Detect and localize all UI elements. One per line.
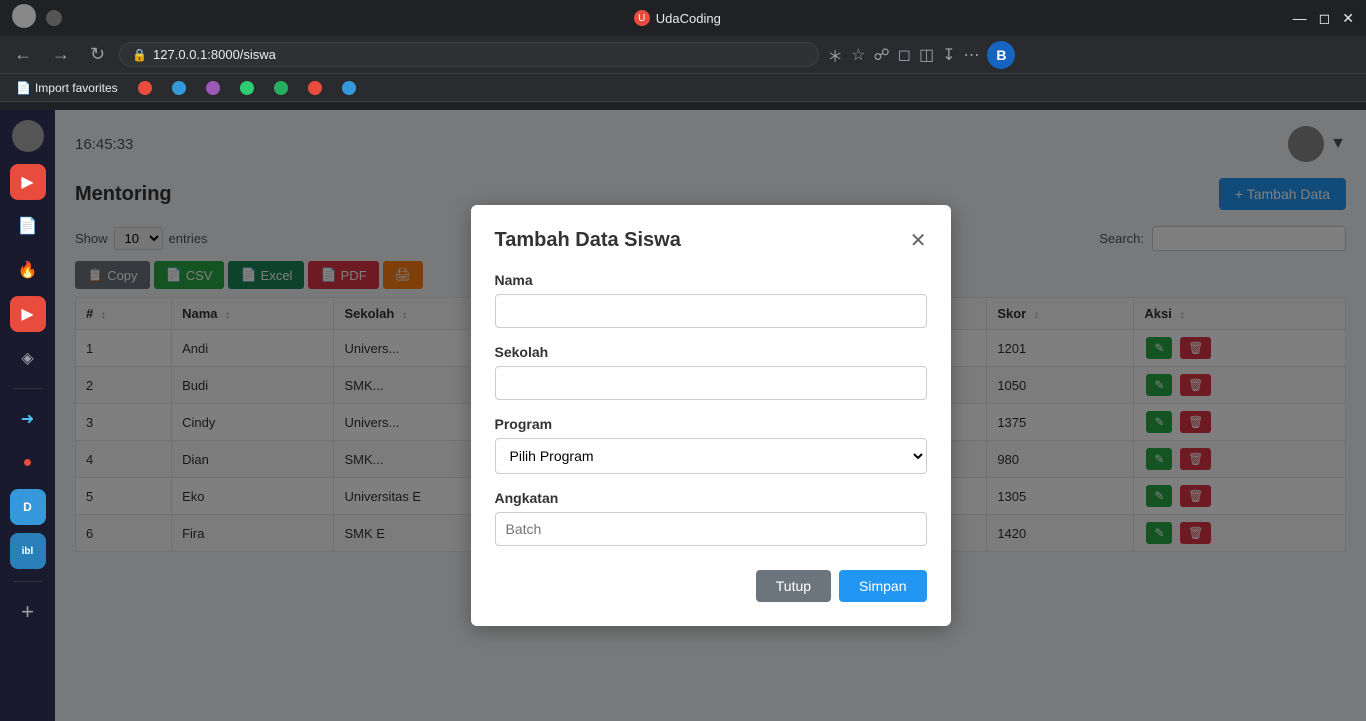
split-screen-icon[interactable]: ◫ bbox=[919, 45, 934, 65]
more-icon[interactable]: ⋯ bbox=[963, 45, 979, 65]
modal-header: Tambah Data Siswa ✕ bbox=[495, 229, 927, 252]
browser-avatar bbox=[12, 4, 36, 28]
profile-button[interactable]: B bbox=[987, 41, 1015, 69]
collections-icon[interactable]: ☍ bbox=[873, 45, 889, 65]
back-button[interactable]: ← bbox=[8, 42, 38, 67]
sekolah-field-group: Sekolah bbox=[495, 344, 927, 400]
bookmarks-bar: 📄 Import favorites bbox=[0, 74, 1366, 102]
site-favicon: U bbox=[634, 10, 650, 26]
maximize-button[interactable]: ◻ bbox=[1319, 10, 1331, 27]
nama-field-group: Nama bbox=[495, 272, 927, 328]
title-bar: U UdaCoding ― ◻ ✕ bbox=[0, 0, 1366, 36]
angkatan-label: Angkatan bbox=[495, 490, 927, 506]
nama-label: Nama bbox=[495, 272, 927, 288]
simpan-button[interactable]: Simpan bbox=[839, 570, 926, 602]
downloads-icon[interactable]: ↧ bbox=[942, 45, 955, 65]
minimize-button[interactable]: ― bbox=[1293, 10, 1307, 27]
bookmark-3[interactable] bbox=[198, 79, 228, 97]
bookmark-6[interactable] bbox=[300, 79, 330, 97]
sidebar-icon-d[interactable]: D bbox=[10, 489, 46, 525]
sidebar-icon-arrow[interactable]: ➜ bbox=[10, 401, 46, 437]
import-favorites-btn[interactable]: 📄 Import favorites bbox=[8, 79, 126, 97]
window-controls[interactable]: ― ◻ ✕ bbox=[1293, 10, 1354, 27]
modal-close-button[interactable]: ✕ bbox=[910, 231, 927, 251]
bookmark-7[interactable] bbox=[334, 79, 364, 97]
bookmark-5[interactable] bbox=[266, 79, 296, 97]
sekolah-input[interactable] bbox=[495, 366, 927, 400]
sidebar-icon-active[interactable]: ▶ bbox=[10, 296, 46, 332]
sidebar-user-avatar bbox=[12, 120, 44, 152]
forward-button[interactable]: → bbox=[46, 42, 76, 67]
address-bar: ← → ↻ 🔒 127.0.0.1:8000/siswa ＊ ☆ ☍ ◻ ◫ ↧… bbox=[0, 36, 1366, 74]
modal-footer: Tutup Simpan bbox=[495, 570, 927, 602]
import-favorites-label: Import favorites bbox=[35, 81, 118, 95]
sidebar-icon-github[interactable]: ◈ bbox=[10, 340, 46, 376]
bookmark-2[interactable] bbox=[164, 79, 194, 97]
program-field-group: Program Pilih Program Flutter Kotlin Web… bbox=[495, 416, 927, 474]
main-content: 16:45:33 ▼ Mentoring + Tambah Data Show … bbox=[55, 110, 1366, 721]
sekolah-label: Sekolah bbox=[495, 344, 927, 360]
sidebar-icon-settings[interactable]: ● bbox=[10, 445, 46, 481]
modal-title: Tambah Data Siswa bbox=[495, 229, 681, 252]
page-tab-title: UdaCoding bbox=[656, 11, 721, 26]
sidebar-icon-youtube[interactable]: ▶ bbox=[10, 164, 46, 200]
angkatan-field-group: Angkatan bbox=[495, 490, 927, 546]
bookmark-4[interactable] bbox=[232, 79, 262, 97]
close-button[interactable]: ✕ bbox=[1342, 10, 1354, 27]
sidebar-icon-bl[interactable]: ibl bbox=[10, 533, 46, 569]
favorites-icon[interactable]: ☆ bbox=[851, 45, 865, 65]
modal-dialog: Tambah Data Siswa ✕ Nama Sekolah Program… bbox=[471, 205, 951, 626]
program-select[interactable]: Pilih Program Flutter Kotlin Web Develop… bbox=[495, 438, 927, 474]
url-text: 127.0.0.1:8000/siswa bbox=[153, 47, 276, 62]
sidebar-icon-file[interactable]: 📄 bbox=[10, 208, 46, 244]
tutup-button[interactable]: Tutup bbox=[756, 570, 831, 602]
refresh-button[interactable]: ↻ bbox=[84, 42, 111, 67]
sidebar-icon-fire[interactable]: 🔥 bbox=[10, 252, 46, 288]
angkatan-input[interactable] bbox=[495, 512, 927, 546]
extensions-icon[interactable]: ◻ bbox=[898, 45, 911, 65]
browser-title: U UdaCoding bbox=[634, 10, 721, 26]
sidebar-divider-2 bbox=[13, 581, 43, 582]
sidebar: ▶ 📄 🔥 ▶ ◈ ➜ ● D ibl + bbox=[0, 110, 55, 721]
reading-view-icon[interactable]: ＊ bbox=[827, 43, 843, 67]
bookmark-1[interactable] bbox=[130, 79, 160, 97]
sidebar-divider-1 bbox=[13, 388, 43, 389]
nama-input[interactable] bbox=[495, 294, 927, 328]
modal-overlay: Tambah Data Siswa ✕ Nama Sekolah Program… bbox=[55, 110, 1366, 721]
program-label: Program bbox=[495, 416, 927, 432]
url-bar[interactable]: 🔒 127.0.0.1:8000/siswa bbox=[119, 42, 819, 67]
browser-tab-icon bbox=[46, 10, 62, 26]
sidebar-icon-add[interactable]: + bbox=[10, 594, 46, 630]
